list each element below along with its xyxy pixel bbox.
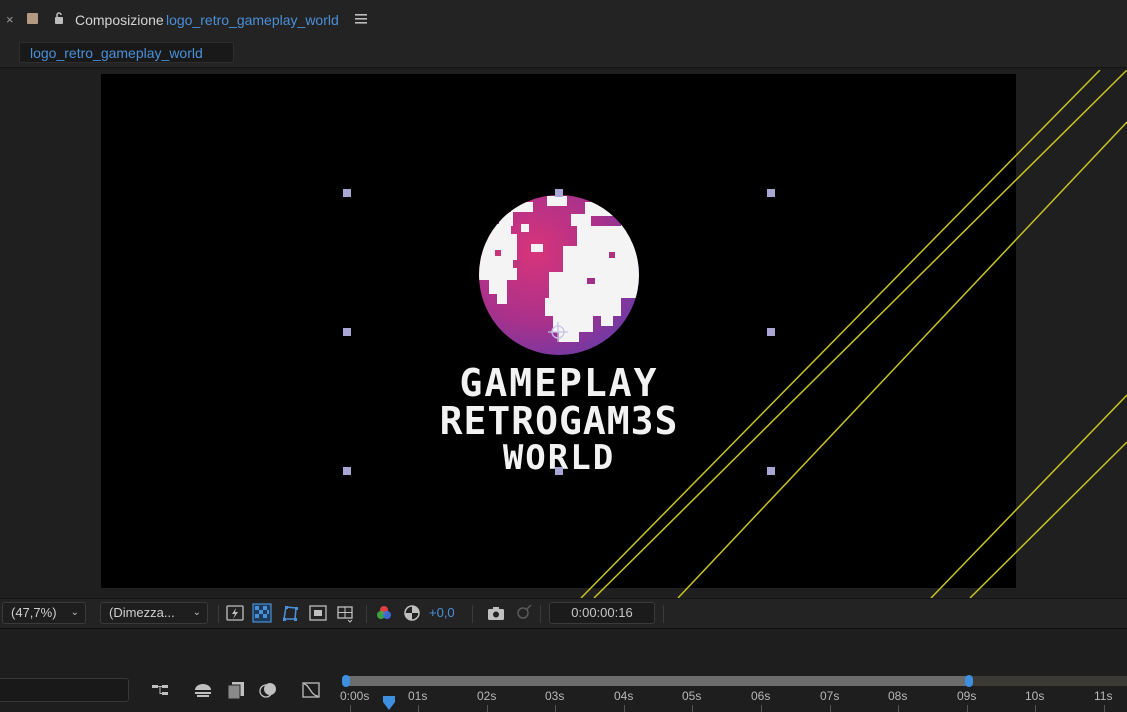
composition-name-dropdown[interactable]: logo_retro_gameplay_world — [166, 12, 339, 28]
timeline-search-input[interactable] — [0, 678, 129, 702]
work-area-start-handle[interactable] — [342, 675, 350, 687]
exposure-value[interactable]: +0,0 — [429, 605, 455, 620]
fast-preview-icon[interactable] — [225, 603, 245, 623]
chevron-down-icon: ⌄ — [192, 607, 201, 618]
comp-flowchart-icon[interactable] — [151, 680, 171, 700]
mask-visibility-icon[interactable] — [280, 603, 300, 623]
tick-label: 01s — [408, 689, 428, 703]
frame-blending-icon[interactable] — [226, 680, 246, 700]
motion-guide-lines — [580, 70, 1127, 598]
composition-color-swatch — [27, 13, 38, 24]
handle-middle-left — [343, 328, 351, 336]
resolution-value: (Dimezza... — [109, 605, 175, 620]
handle-middle-right — [767, 328, 775, 336]
handle-top-left — [343, 189, 351, 197]
tick-label: 04s — [614, 689, 634, 703]
guides-icon[interactable] — [335, 603, 355, 623]
current-time-display[interactable]: 0:00:00:16 — [549, 602, 655, 624]
graph-editor-icon[interactable] — [301, 680, 321, 700]
tick-label: 07s — [820, 689, 840, 703]
timeline-panel: 0:00s 01s 02s 03s 04s 05s 06s 07s 08s 09… — [0, 628, 1127, 712]
handle-bottom-left — [343, 467, 351, 475]
toolbar-divider — [218, 605, 219, 623]
magnification-value: (47,7%) — [11, 605, 57, 620]
handle-bottom-center — [555, 467, 563, 475]
show-snapshot-icon[interactable] — [513, 603, 533, 623]
handle-top-center — [555, 189, 563, 197]
work-area-remainder — [972, 676, 1127, 686]
region-of-interest-icon[interactable] — [308, 603, 328, 623]
tab-composition[interactable]: logo_retro_gameplay_world — [19, 42, 234, 63]
resolution-dropdown[interactable]: (Dimezza... ⌄ — [100, 602, 208, 624]
tick-label: 0:00s — [340, 689, 370, 703]
toolbar-divider — [540, 605, 541, 623]
magnification-dropdown[interactable]: (47,7%) ⌄ — [2, 602, 86, 624]
hamburger-menu-icon[interactable] — [355, 14, 367, 24]
snapshot-icon[interactable] — [486, 603, 506, 623]
chevron-down-icon: ⌄ — [70, 607, 79, 618]
tick-label: 09s — [957, 689, 977, 703]
toolbar-divider — [663, 605, 664, 623]
tick-label: 03s — [545, 689, 565, 703]
viewer-overlay — [343, 70, 1127, 598]
reset-exposure-icon[interactable] — [402, 603, 422, 623]
composition-tab-bar: logo_retro_gameplay_world — [0, 40, 1127, 68]
color-channels-icon[interactable] — [374, 603, 394, 623]
work-area-end-handle[interactable] — [965, 675, 973, 687]
playhead-marker-icon[interactable] — [382, 695, 396, 711]
handle-top-right — [767, 189, 775, 197]
handle-bottom-right — [767, 467, 775, 475]
composition-panel-header: × Composizione logo_retro_gameplay_world — [0, 0, 1127, 40]
toolbar-divider — [472, 605, 473, 623]
motion-blur-icon[interactable] — [258, 680, 278, 700]
work-area-bar[interactable] — [344, 676, 972, 686]
tick-label: 06s — [751, 689, 771, 703]
panel-title-prefix: Composizione — [75, 12, 164, 28]
tab-composition-label: logo_retro_gameplay_world — [30, 45, 203, 61]
transform-handles — [343, 189, 775, 475]
tick-label: 05s — [682, 689, 702, 703]
transparency-grid-icon[interactable] — [252, 603, 272, 623]
lock-icon[interactable] — [52, 11, 66, 25]
tick-label: 08s — [888, 689, 908, 703]
draft-3d-icon[interactable] — [193, 680, 213, 700]
viewer-toolbar: (47,7%) ⌄ (Dimezza... ⌄ +0,0 0:00:00:16 — [0, 598, 1127, 628]
tick-label: 02s — [477, 689, 497, 703]
close-panel-button[interactable]: × — [6, 12, 14, 27]
composition-viewer[interactable]: GAMEPLAY RETROGAM3S WORLD — [0, 70, 1127, 598]
tick-label: 10s — [1025, 689, 1045, 703]
tick-label: 11s — [1094, 689, 1113, 703]
toolbar-divider — [366, 605, 367, 623]
